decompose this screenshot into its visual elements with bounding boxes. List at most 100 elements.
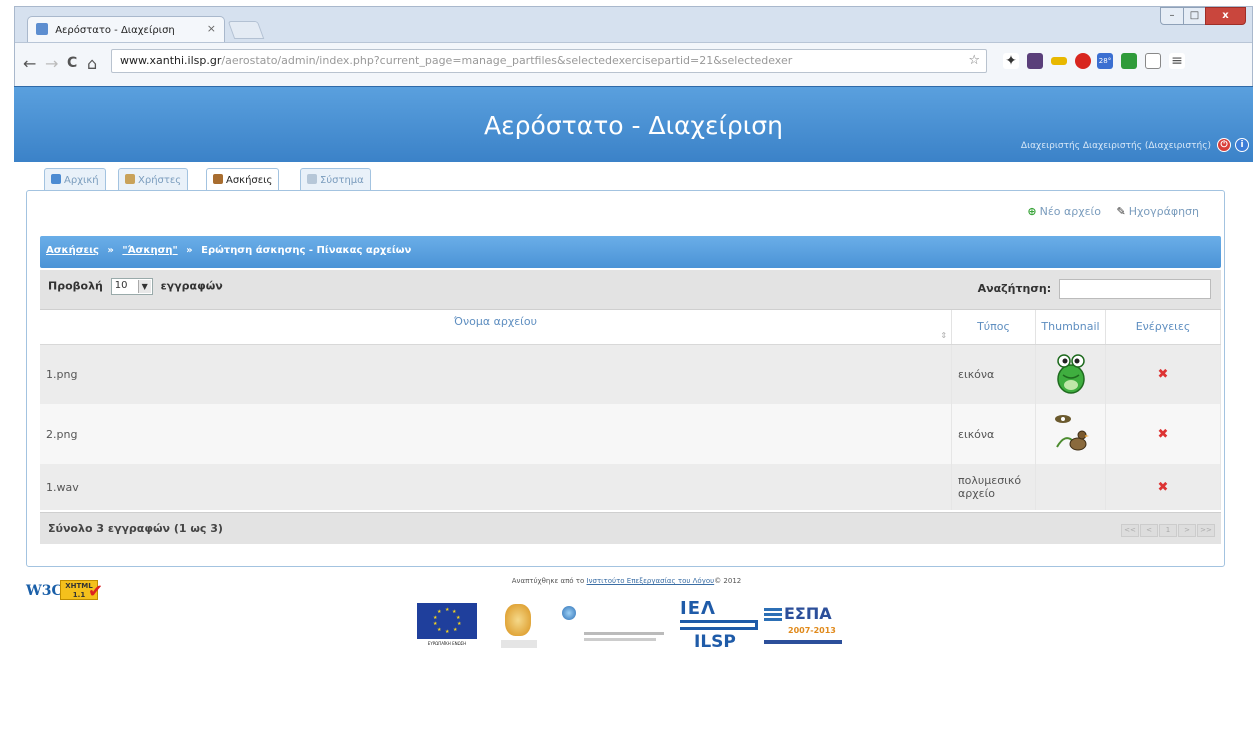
cell-type: εικόνα: [951, 344, 1037, 404]
back-arrow-icon[interactable]: ←: [23, 54, 36, 73]
table-header-row: Όνομα αρχείου ⇕ Τύπος Thumbnail Ενέργειες: [40, 310, 1221, 345]
table-row[interactable]: 1.png εικόνα ✖: [40, 344, 1221, 404]
new-file-link[interactable]: Νέο αρχείο: [1040, 205, 1101, 218]
program-caption-line: [584, 632, 664, 635]
duck-thumbnail[interactable]: [1051, 411, 1091, 457]
delete-icon[interactable]: ✖: [1158, 480, 1169, 495]
browser-toolbar: ← → C ⌂ www.xanthi.ilsp.gr/aerostato/adm…: [15, 42, 1252, 86]
menu-icon[interactable]: ≡: [1169, 53, 1185, 69]
tab-title: Αερόστατο - Διαχείριση: [55, 25, 175, 36]
col-type[interactable]: Τύπος: [951, 310, 1037, 345]
breadcrumb-exercises[interactable]: Ασκήσεις: [46, 245, 99, 256]
table-footer: Σύνολο 3 εγγραφών (1 ως 3) << <1 > >>: [40, 512, 1221, 544]
reload-icon[interactable]: C: [67, 55, 77, 71]
tab-users[interactable]: Χρήστες: [118, 168, 189, 191]
book-icon: [213, 174, 223, 184]
frog-thumbnail[interactable]: [1051, 351, 1091, 397]
tab-label: Σύστημα: [320, 175, 364, 186]
col-filename[interactable]: Όνομα αρχείου ⇕: [40, 310, 953, 345]
weather-badge-icon[interactable]: 28°: [1097, 53, 1113, 69]
frog-icon: [1056, 354, 1085, 394]
page-length-value: 10: [114, 280, 128, 291]
pager-prev-button[interactable]: <: [1140, 524, 1158, 537]
page-header: Αερόστατο - Διαχείριση Διαχειριστής Διαχ…: [14, 86, 1253, 162]
col-thumbnail[interactable]: Thumbnail: [1035, 310, 1106, 345]
pager-next-button[interactable]: >: [1178, 524, 1196, 537]
delete-icon[interactable]: ✖: [1158, 367, 1169, 382]
espa-text: ΕΣΠΑ: [784, 604, 832, 623]
globe-icon: [562, 606, 576, 620]
svg-text:★: ★: [457, 621, 462, 627]
tab-close-icon[interactable]: ×: [207, 22, 216, 35]
page-length-select[interactable]: 10 ▼: [110, 278, 153, 295]
mail-icon[interactable]: [1145, 53, 1161, 69]
record-link[interactable]: Ηχογράφηση: [1129, 205, 1199, 218]
espa-logo: ΕΣΠΑ 2007-2013: [764, 604, 844, 650]
breadcrumb-current: Ερώτηση άσκησης - Πίνακας αρχείων: [201, 245, 412, 256]
table-row[interactable]: 2.png εικόνα ✖: [40, 404, 1221, 464]
maximize-button[interactable]: □: [1183, 7, 1206, 25]
length-suffix: εγγραφών: [160, 279, 223, 293]
cell-thumbnail: [1035, 464, 1106, 510]
users-icon: [125, 174, 135, 184]
minimize-button[interactable]: –: [1160, 7, 1184, 25]
ielsp-bottom-text: ILSP: [694, 632, 736, 652]
cell-type: πολυμεσικό αρχείο: [951, 464, 1037, 510]
url-path: /aerostato/admin/index.php?current_page=…: [221, 54, 793, 67]
ielsp-logo: ΙΕΛ ILSP: [680, 598, 762, 656]
search-label: Αναζήτηση:: [977, 282, 1052, 295]
page-title: Αερόστατο - Διαχείριση: [484, 111, 783, 140]
opera-icon[interactable]: [1075, 53, 1091, 69]
cell-type: εικόνα: [951, 404, 1037, 464]
extension-pin-icon[interactable]: ✦: [1003, 53, 1019, 69]
window-controls: – □ x: [1160, 7, 1246, 25]
tab-home[interactable]: Αρχική: [44, 168, 106, 191]
cell-actions: ✖: [1105, 344, 1221, 404]
breadcrumb-exercise[interactable]: "Άσκηση": [122, 245, 177, 256]
bookmark-star-icon[interactable]: ☆: [968, 53, 980, 68]
home-icon[interactable]: ⌂: [87, 54, 97, 73]
search-input[interactable]: [1059, 279, 1211, 299]
extension-mask-icon[interactable]: [1027, 53, 1043, 69]
table-row[interactable]: 1.wav πολυμεσικό αρχείο ✖: [40, 464, 1221, 510]
close-window-button[interactable]: x: [1205, 7, 1246, 25]
table-controls: Προβολή 10 ▼ εγγραφών Αναζήτηση:: [40, 270, 1221, 310]
col-filename-label: Όνομα αρχείου: [454, 315, 537, 328]
pencil-icon: ✎: [1116, 205, 1126, 218]
espa-years: 2007-2013: [788, 626, 836, 635]
ministry-logo: [497, 604, 541, 650]
pager-page-button[interactable]: 1: [1159, 524, 1177, 537]
program-caption-line: [584, 638, 656, 641]
cell-filename: 1.wav: [40, 464, 953, 510]
records-summary: Σύνολο 3 εγγραφών (1 ως 3): [48, 522, 223, 535]
ielsp-mark: [680, 620, 758, 630]
address-bar[interactable]: www.xanthi.ilsp.gr/aerostato/admin/index…: [111, 49, 987, 73]
new-tab-button[interactable]: [227, 21, 265, 39]
credit-link[interactable]: Ινστιτούτο Επεξεργασίας του Λόγου: [587, 577, 715, 585]
tools-icon: [307, 174, 317, 184]
browser-tab[interactable]: Αερόστατο - Διαχείριση ×: [27, 16, 225, 42]
extension-home-icon[interactable]: [1121, 53, 1137, 69]
extension-bar-icon[interactable]: [1051, 57, 1067, 65]
duck-icon: [1054, 415, 1089, 451]
breadcrumb-separator: »: [186, 245, 193, 256]
cell-actions: ✖: [1105, 464, 1221, 510]
admin-user-text[interactable]: Διαχειριστής Διαχειριστής (Διαχειριστής): [1021, 141, 1211, 151]
info-icon[interactable]: i: [1235, 138, 1249, 152]
delete-icon[interactable]: ✖: [1158, 427, 1169, 442]
developer-credit: Αναπτύχθηκε από το Ινστιτούτο Επεξεργασί…: [0, 577, 1253, 585]
cell-filename: 2.png: [40, 404, 953, 464]
pager-last-button[interactable]: >>: [1197, 524, 1215, 537]
tab-exercises[interactable]: Ασκήσεις: [206, 168, 280, 192]
logout-icon[interactable]: ⏻: [1217, 138, 1231, 152]
emblem-caption: [501, 640, 537, 648]
cell-thumbnail: [1035, 344, 1106, 404]
breadcrumb-separator: »: [107, 245, 114, 256]
tab-system[interactable]: Σύστημα: [300, 168, 371, 191]
pager-first-button[interactable]: <<: [1121, 524, 1139, 537]
forward-arrow-icon[interactable]: →: [45, 54, 58, 73]
eu-flag-logo: ★ ★ ★ ★ ★ ★ ★ ★ ★ ★ ΕΥΡΩΠΑΪΚΗ ΕΝΩΣΗ: [417, 603, 477, 648]
col-actions[interactable]: Ενέργειες: [1105, 310, 1221, 345]
espa-lines-icon: [764, 608, 782, 611]
credit-prefix: Αναπτύχθηκε από το: [511, 577, 585, 585]
